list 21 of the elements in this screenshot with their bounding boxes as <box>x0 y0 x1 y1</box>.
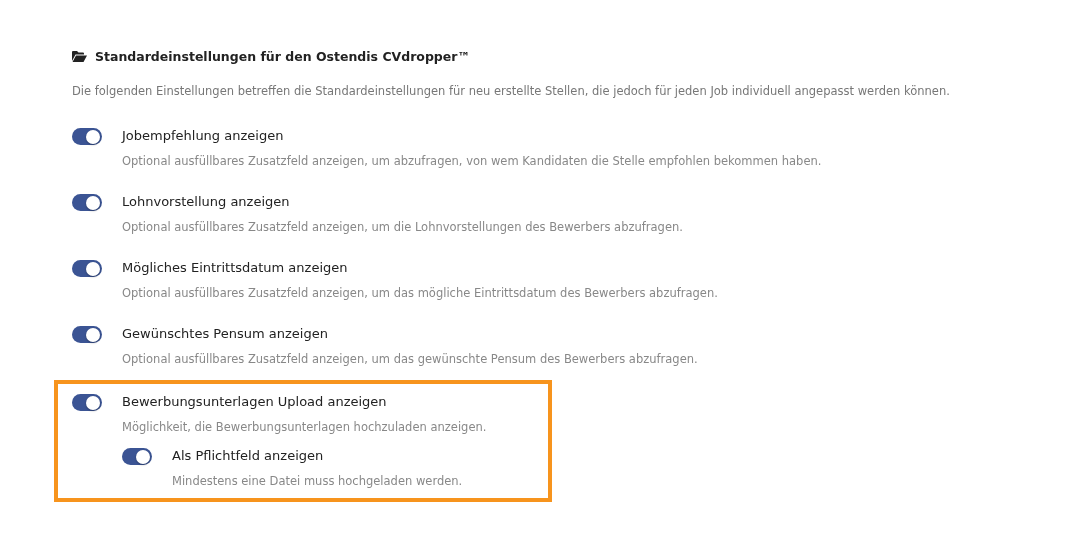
toggle-switch[interactable] <box>72 394 102 411</box>
setting-hint: Optional ausfüllbares Zusatzfeld anzeigen, um die Lohnvorstellungen des Bewerbers abzufragen. <box>122 220 683 234</box>
setting-label: Jobempfehlung anzeigen <box>122 128 285 143</box>
setting-label: Lohnvorstellung anzeigen <box>122 194 291 209</box>
setting-hint: Optional ausfüllbares Zusatzfeld anzeigen, um das gewünschte Pensum des Bewerbers abzufragen. <box>122 352 698 366</box>
toggle-switch[interactable] <box>122 448 152 465</box>
setting-label: Mögliches Eintrittsdatum anzeigen <box>122 260 349 275</box>
toggle-switch[interactable] <box>72 326 102 343</box>
section-title: Standardeinstellungen für den Ostendis CVdropper™ <box>95 49 470 64</box>
setting-hint: Möglichkeit, die Bewerbungsunterlagen hochzuladen anzeigen. <box>122 420 487 434</box>
toggle-switch[interactable] <box>72 260 102 277</box>
toggle-switch[interactable] <box>72 128 102 145</box>
folder-icon <box>72 51 87 62</box>
setting-label: Gewünschtes Pensum anzeigen <box>122 326 329 341</box>
setting-label: Als Pflichtfeld anzeigen <box>172 448 325 463</box>
setting-hint: Optional ausfüllbares Zusatzfeld anzeigen, um das mögliche Eintrittsdatum des Bewerbers abzufragen. <box>122 286 718 300</box>
setting-hint: Mindestens eine Datei muss hochgeladen werden. <box>172 474 463 488</box>
setting-hint: Optional ausfüllbares Zusatzfeld anzeigen, um abzufragen, von wem Kandidaten die Stelle empfohlen bekommen haben. <box>122 154 822 168</box>
setting-label: Bewerbungsunterlagen Upload anzeigen <box>122 394 388 409</box>
toggle-switch[interactable] <box>72 194 102 211</box>
section-description: Die folgenden Einstellungen betreffen die Standardeinstellungen für neu erstellte Stellen, die jedoch für jeden Job individuell angepasst werden können. <box>72 84 951 98</box>
